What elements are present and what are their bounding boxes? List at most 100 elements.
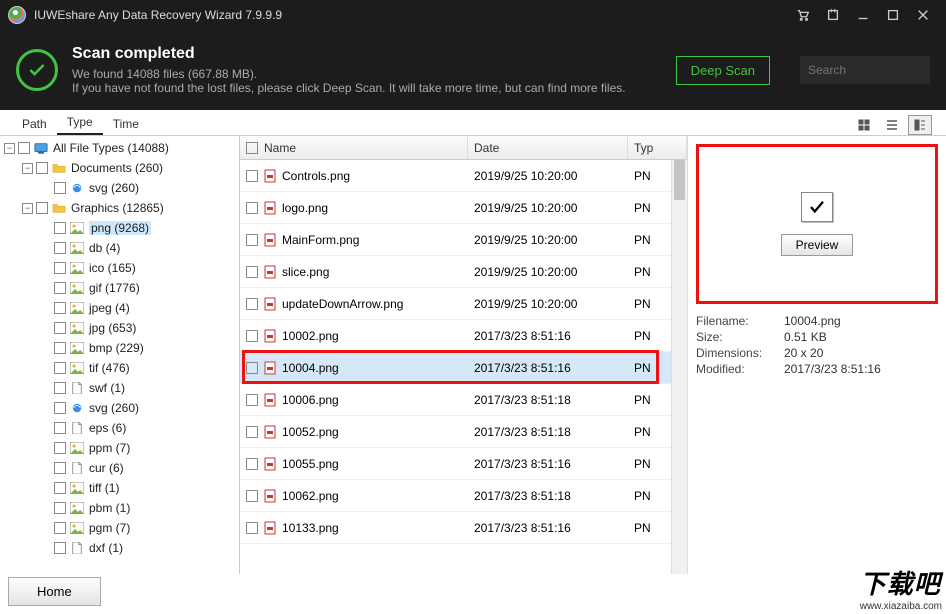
file-type-tree[interactable]: −All File Types (14088)−Documents (260) s… xyxy=(0,136,240,574)
view-detail-icon[interactable] xyxy=(908,115,932,135)
tree-checkbox[interactable] xyxy=(54,302,66,314)
table-row[interactable]: 10062.png2017/3/23 8:51:18PN xyxy=(240,480,687,512)
tree-node[interactable]: pbm (1) xyxy=(4,498,235,518)
row-checkbox[interactable] xyxy=(246,362,258,374)
close-icon[interactable] xyxy=(908,0,938,30)
tree-checkbox[interactable] xyxy=(54,522,66,534)
tree-label: svg (260) xyxy=(89,401,139,415)
col-name[interactable]: Name xyxy=(240,136,468,159)
tree-checkbox[interactable] xyxy=(36,202,48,214)
minimize-icon[interactable] xyxy=(848,0,878,30)
tree-node[interactable]: jpg (653) xyxy=(4,318,235,338)
expand-toggle xyxy=(40,183,51,194)
cart-icon[interactable] xyxy=(788,0,818,30)
tree-node[interactable]: −Documents (260) xyxy=(4,158,235,178)
tree-node[interactable]: jpeg (4) xyxy=(4,298,235,318)
tab-path[interactable]: Path xyxy=(12,113,57,135)
tree-checkbox[interactable] xyxy=(54,482,66,494)
table-row[interactable]: 10002.png2017/3/23 8:51:16PN xyxy=(240,320,687,352)
row-checkbox[interactable] xyxy=(246,202,258,214)
row-checkbox[interactable] xyxy=(246,394,258,406)
tree-checkbox[interactable] xyxy=(54,322,66,334)
tree-checkbox[interactable] xyxy=(54,182,66,194)
scrollbar[interactable] xyxy=(671,160,687,574)
tab-type[interactable]: Type xyxy=(57,111,103,135)
row-checkbox[interactable] xyxy=(246,522,258,534)
tree-checkbox[interactable] xyxy=(54,242,66,254)
expand-toggle[interactable]: − xyxy=(4,143,15,154)
tree-node[interactable]: png (9268) xyxy=(4,218,235,238)
tree-checkbox[interactable] xyxy=(54,282,66,294)
row-checkbox[interactable] xyxy=(246,426,258,438)
search-box[interactable] xyxy=(800,56,930,84)
tree-checkbox[interactable] xyxy=(54,342,66,354)
tree-node[interactable]: tif (476) xyxy=(4,358,235,378)
tree-label: svg (260) xyxy=(89,181,139,195)
tree-checkbox[interactable] xyxy=(54,362,66,374)
tree-checkbox[interactable] xyxy=(54,542,66,554)
tree-checkbox[interactable] xyxy=(18,142,30,154)
expand-toggle[interactable]: − xyxy=(22,203,33,214)
row-checkbox[interactable] xyxy=(246,234,258,246)
home-button[interactable]: Home xyxy=(8,577,101,606)
tree-node[interactable]: gif (1776) xyxy=(4,278,235,298)
expand-toggle xyxy=(40,283,51,294)
table-row[interactable]: logo.png2019/9/25 10:20:00PN xyxy=(240,192,687,224)
tree-checkbox[interactable] xyxy=(54,502,66,514)
maximize-icon[interactable] xyxy=(878,0,908,30)
tree-node[interactable]: dxf (1) xyxy=(4,538,235,558)
tree-node[interactable]: pgm (7) xyxy=(4,518,235,538)
row-checkbox[interactable] xyxy=(246,170,258,182)
table-row[interactable]: 10006.png2017/3/23 8:51:18PN xyxy=(240,384,687,416)
view-list-icon[interactable] xyxy=(880,115,904,135)
tree-node[interactable]: svg (260) xyxy=(4,398,235,418)
search-input[interactable] xyxy=(808,63,946,77)
tree-node[interactable]: tiff (1) xyxy=(4,478,235,498)
table-row[interactable]: updateDownArrow.png2019/9/25 10:20:00PN xyxy=(240,288,687,320)
expand-toggle[interactable]: − xyxy=(22,163,33,174)
row-checkbox[interactable] xyxy=(246,298,258,310)
tree-checkbox[interactable] xyxy=(54,222,66,234)
col-date[interactable]: Date xyxy=(468,136,628,159)
tree-node[interactable]: −All File Types (14088) xyxy=(4,138,235,158)
tree-node[interactable]: eps (6) xyxy=(4,418,235,438)
tree-node[interactable]: db (4) xyxy=(4,238,235,258)
tree-node[interactable]: bmp (229) xyxy=(4,338,235,358)
row-checkbox[interactable] xyxy=(246,266,258,278)
scan-header: Scan completed We found 14088 files (667… xyxy=(0,30,946,110)
tree-checkbox[interactable] xyxy=(36,162,48,174)
tree-node[interactable]: cur (6) xyxy=(4,458,235,478)
table-row[interactable]: 10052.png2017/3/23 8:51:18PN xyxy=(240,416,687,448)
table-row[interactable]: slice.png2019/9/25 10:20:00PN xyxy=(240,256,687,288)
table-row[interactable]: 10133.png2017/3/23 8:51:16PN xyxy=(240,512,687,544)
tree-checkbox[interactable] xyxy=(54,442,66,454)
pic-icon xyxy=(69,361,85,375)
row-checkbox[interactable] xyxy=(246,330,258,342)
tree-node[interactable]: ppm (7) xyxy=(4,438,235,458)
tree-checkbox[interactable] xyxy=(54,262,66,274)
tree-checkbox[interactable] xyxy=(54,382,66,394)
table-row[interactable]: MainForm.png2019/9/25 10:20:00PN xyxy=(240,224,687,256)
select-all-checkbox[interactable] xyxy=(246,142,258,154)
preview-button[interactable]: Preview xyxy=(781,234,854,256)
share-icon[interactable] xyxy=(818,0,848,30)
tree-node[interactable]: svg (260) xyxy=(4,178,235,198)
row-checkbox[interactable] xyxy=(246,490,258,502)
tree-checkbox[interactable] xyxy=(54,422,66,434)
tree-node[interactable]: swf (1) xyxy=(4,378,235,398)
table-row[interactable]: Controls.png2019/9/25 10:20:00PN xyxy=(240,160,687,192)
tree-checkbox[interactable] xyxy=(54,402,66,414)
tree-checkbox[interactable] xyxy=(54,462,66,474)
col-type[interactable]: Typ xyxy=(628,136,687,159)
meta-value-filename: 10004.png xyxy=(784,314,841,328)
tab-time[interactable]: Time xyxy=(103,113,149,135)
scrollbar-thumb[interactable] xyxy=(674,160,685,200)
tree-node[interactable]: −Graphics (12865) xyxy=(4,198,235,218)
table-row[interactable]: 10004.png2017/3/23 8:51:16PN xyxy=(240,352,687,384)
view-grid-icon[interactable] xyxy=(852,115,876,135)
table-row[interactable]: 10055.png2017/3/23 8:51:16PN xyxy=(240,448,687,480)
row-checkbox[interactable] xyxy=(246,458,258,470)
tree-node[interactable]: ico (165) xyxy=(4,258,235,278)
file-type-icon xyxy=(263,361,277,375)
deep-scan-button[interactable]: Deep Scan xyxy=(676,56,770,85)
